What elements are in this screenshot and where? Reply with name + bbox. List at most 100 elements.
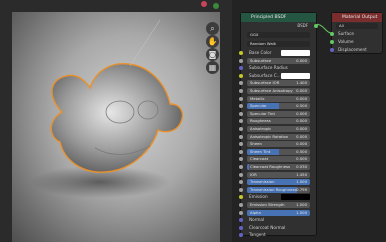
input-socket[interactable] — [239, 142, 243, 147]
surface-label: Surface — [338, 31, 354, 36]
value-slider[interactable]: Metallic 0.000 — [247, 95, 310, 102]
input-socket[interactable] — [239, 111, 243, 116]
input-socket[interactable] — [239, 210, 243, 215]
shader-node-editor[interactable]: Principled BSDF BSDF GGX Random Walk Bas… — [232, 0, 386, 242]
input-socket[interactable] — [239, 218, 243, 223]
volume-socket[interactable] — [330, 40, 334, 44]
input-socket[interactable] — [239, 66, 243, 71]
value-slider[interactable]: Roughness 0.000 — [247, 118, 310, 125]
suzanne-body — [50, 63, 184, 173]
value-slider[interactable]: Anisotropic 0.000 — [247, 126, 310, 132]
input-displacement: Displacement — [330, 46, 382, 54]
volume-label: Volume — [338, 39, 354, 44]
distribution-dropdown[interactable]: GGX — [247, 32, 310, 38]
value-slider[interactable]: Specular 0.500 — [247, 103, 310, 110]
slider-label: Specular Tint — [250, 110, 275, 116]
subsurface-method-row: Random Walk — [241, 40, 316, 48]
3d-viewport[interactable]: ⌕ ✋ ◙ ▦ — [0, 0, 232, 242]
suzanne-mesh[interactable] — [0, 0, 232, 242]
input-socket[interactable] — [239, 73, 243, 78]
slider-label: Anisotropic — [250, 126, 272, 131]
slider-value: 0.500 — [296, 103, 307, 109]
output-node-title: Material Output — [342, 15, 378, 20]
slider-label: Specular — [250, 103, 267, 109]
value-slider[interactable]: Transmission Roughness 0.799 — [247, 186, 310, 193]
material-output-node[interactable]: Material Output All Surface Volume Displ… — [330, 12, 383, 54]
slider-label: Sheen — [250, 141, 262, 147]
bsdf-output-row: BSDF — [241, 22, 318, 30]
light-line — [129, 19, 161, 67]
slider-label: Roughness — [250, 118, 271, 124]
slider-value: 0.030 — [296, 164, 307, 169]
value-slider[interactable]: Clearcoat Roughness 0.030 — [247, 164, 310, 170]
slider-value: 0.000 — [296, 126, 307, 131]
input-socket[interactable] — [239, 203, 243, 207]
slider-label: Clearcoat — [250, 156, 269, 162]
input-socket[interactable] — [239, 225, 243, 230]
principled-bsdf-node[interactable]: Principled BSDF BSDF GGX Random Walk Bas… — [239, 12, 318, 239]
slider-value: 0.000 — [296, 110, 307, 116]
input-socket[interactable] — [239, 187, 243, 192]
slider-fill — [247, 164, 249, 170]
slider-label: IOR — [250, 171, 257, 177]
node-header[interactable]: Principled BSDF — [241, 13, 316, 22]
camera-icon[interactable]: ◙ — [206, 48, 219, 61]
value-slider[interactable]: Subsurface Anisotropy 0.000 — [247, 88, 310, 94]
surface-socket[interactable] — [330, 32, 334, 36]
slider-value: 0.500 — [296, 148, 307, 154]
value-slider[interactable]: Clearcoat 0.000 — [247, 156, 310, 163]
slider-label: Anisotropic Rotation — [250, 133, 289, 139]
slider-label: Sheen Tint — [250, 148, 271, 154]
value-slider[interactable]: Emission Strength 1.000 — [247, 202, 310, 208]
input-socket[interactable] — [239, 165, 243, 169]
navigation-gizmo[interactable] — [196, 0, 226, 16]
slider-label: Subsurface Anisotropy — [250, 88, 293, 93]
hand-icon[interactable]: ✋ — [206, 35, 219, 48]
bsdf-input-row: Tangent — [239, 231, 316, 239]
color-swatch[interactable] — [281, 194, 310, 201]
value-slider[interactable]: Anisotropic Rotation 0.000 — [247, 133, 310, 140]
input-socket[interactable] — [239, 149, 243, 154]
value-slider[interactable]: Sheen 0.000 — [247, 141, 310, 148]
displacement-socket[interactable] — [330, 48, 334, 52]
value-slider[interactable]: Subsurface IOR 1.400 — [247, 80, 310, 87]
input-socket[interactable] — [239, 96, 243, 101]
value-slider[interactable]: Sheen Tint 0.500 — [247, 148, 310, 155]
slider-value: 0.000 — [296, 133, 307, 139]
target-dropdown[interactable]: All — [336, 23, 378, 29]
output-socket[interactable] — [314, 24, 318, 28]
slider-value: 0.000 — [296, 156, 307, 162]
input-socket[interactable] — [239, 233, 243, 238]
input-socket[interactable] — [239, 58, 243, 63]
input-socket[interactable] — [239, 127, 243, 131]
color-swatch[interactable] — [281, 72, 310, 79]
grid-icon[interactable]: ▦ — [206, 61, 219, 74]
value-slider[interactable]: Subsurface 0.000 — [247, 57, 310, 64]
slider-label: Metallic — [250, 95, 265, 101]
input-volume: Volume — [330, 38, 382, 46]
color-swatch[interactable] — [281, 50, 310, 56]
output-node-header[interactable]: Material Output — [332, 13, 382, 22]
input-socket[interactable] — [239, 172, 243, 177]
input-socket[interactable] — [239, 89, 243, 93]
value-slider[interactable]: Transmission 1.000 — [247, 179, 310, 186]
input-socket[interactable] — [239, 180, 243, 185]
target-row: All — [332, 22, 382, 30]
input-socket[interactable] — [239, 51, 243, 55]
input-socket[interactable] — [239, 157, 243, 162]
slider-value: 1.000 — [296, 179, 307, 185]
input-socket[interactable] — [239, 195, 243, 200]
distribution-row: GGX — [241, 31, 316, 39]
input-socket[interactable] — [239, 119, 243, 124]
input-socket[interactable] — [239, 81, 243, 86]
value-slider[interactable]: Specular Tint 0.000 — [247, 110, 310, 117]
zoom-icon[interactable]: ⌕ — [206, 22, 219, 35]
subsurface-method-dropdown[interactable]: Random Walk — [247, 41, 310, 47]
slider-value: 0.000 — [296, 118, 307, 124]
slider-value: 0.799 — [296, 186, 307, 192]
input-socket[interactable] — [239, 134, 243, 139]
input-socket[interactable] — [239, 104, 243, 109]
value-slider[interactable]: Alpha 1.000 — [247, 209, 310, 216]
bsdf-output-label: BSDF — [297, 23, 308, 28]
value-slider[interactable]: IOR 1.450 — [247, 171, 310, 178]
